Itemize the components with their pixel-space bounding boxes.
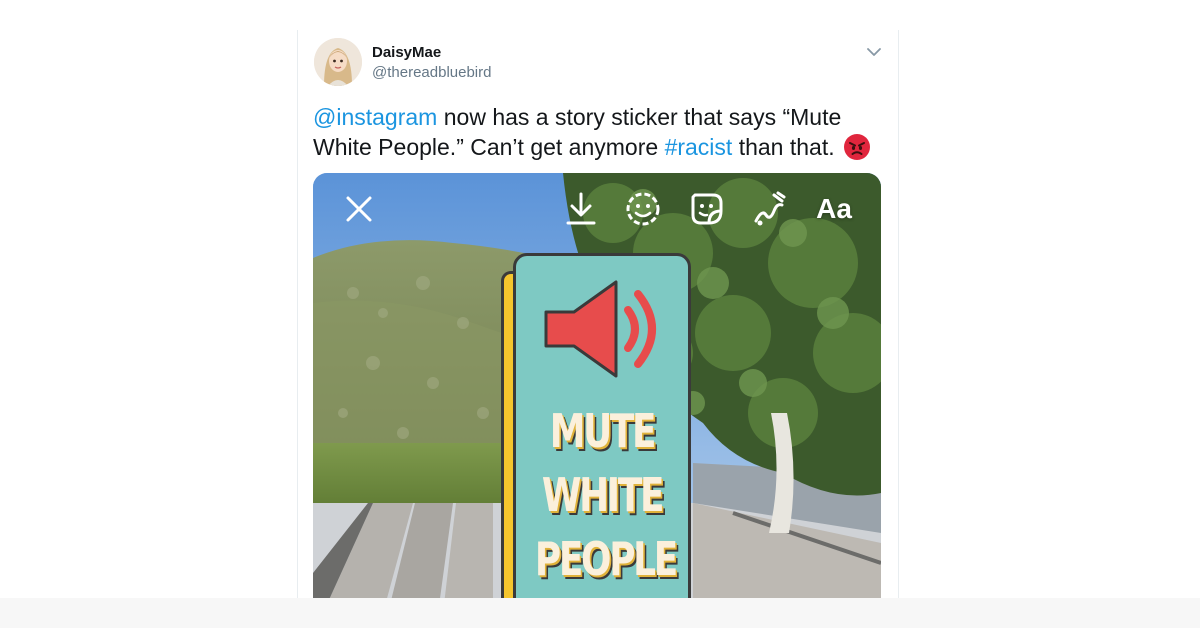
face-effects-icon[interactable] (623, 189, 663, 229)
mention-link[interactable]: @instagram (313, 104, 437, 130)
avatar[interactable] (314, 38, 362, 86)
sticker-text-line2: WHITE (541, 468, 665, 522)
sticker-text-line3: PEOPLE (534, 532, 678, 586)
display-name[interactable]: DaisyMae (372, 44, 441, 61)
speaker-icon (538, 274, 668, 389)
tweet-media-image[interactable]: Aa MUTE WHITE PEOPLE (313, 173, 881, 598)
close-icon[interactable] (339, 189, 379, 229)
chevron-down-icon[interactable] (864, 42, 884, 62)
draw-icon[interactable] (749, 189, 789, 229)
hashtag-link[interactable]: #racist (665, 134, 733, 160)
download-icon[interactable] (561, 189, 601, 229)
text-tool-label: Aa (816, 193, 852, 224)
pouting-face-icon (843, 133, 871, 161)
text-tool-button[interactable]: Aa (809, 189, 859, 229)
tweet-text-part2: than that. (732, 134, 842, 160)
tweet-card[interactable]: DaisyMae @thereadbluebird @instagram now… (297, 30, 899, 598)
page-background-bottom (0, 598, 1200, 628)
user-handle[interactable]: @thereadbluebird (372, 64, 491, 81)
sticker-icon[interactable] (687, 189, 727, 229)
tweet-text: @instagram now has a story sticker that … (313, 102, 883, 162)
mute-sticker[interactable]: MUTE WHITE PEOPLE (501, 253, 691, 598)
sticker-text-line1: MUTE (549, 404, 657, 458)
sticker-face: MUTE WHITE PEOPLE (513, 253, 691, 598)
